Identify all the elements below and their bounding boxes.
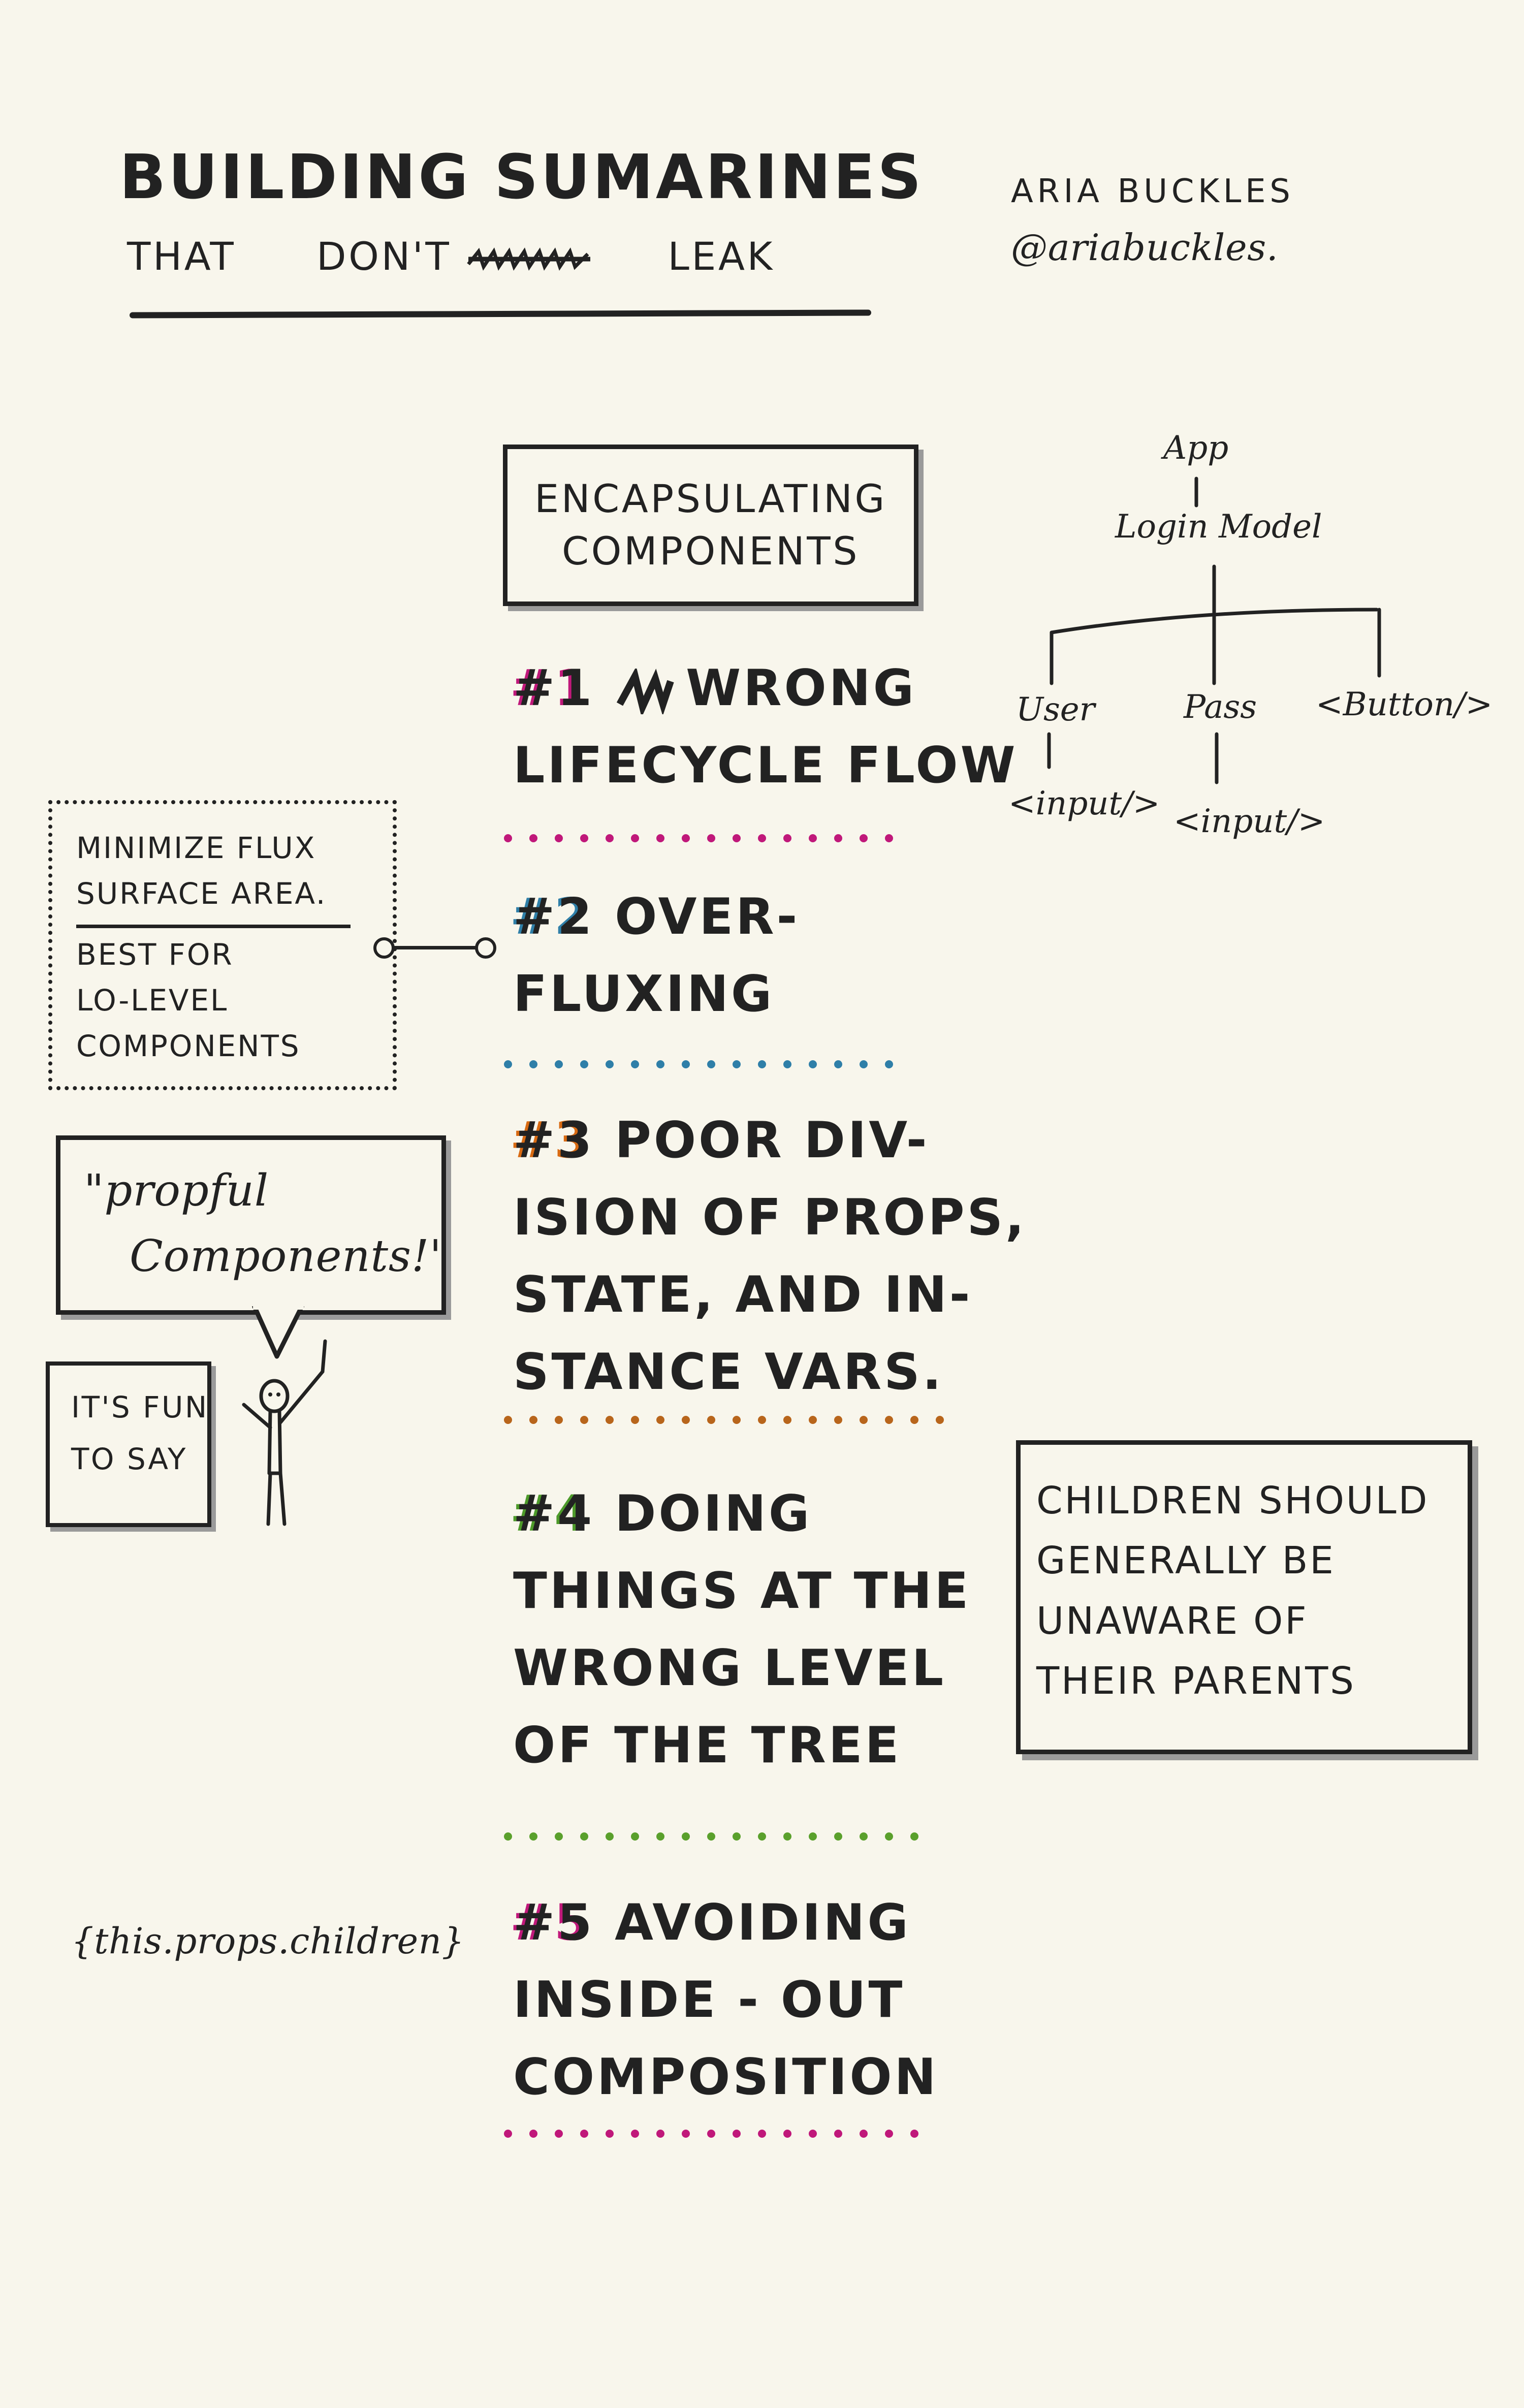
stick-figure (242, 1304, 327, 1526)
item-line: THINGS AT THE (513, 1562, 971, 1620)
item-number: #2 (513, 888, 595, 946)
item-number: #5 (513, 1894, 595, 1952)
item-line: LIFECYCLE FLOW (513, 736, 1018, 795)
children-note-line: GENERALLY BE (1036, 1539, 1336, 1583)
children-note-line: UNAWARE OF (1036, 1599, 1309, 1643)
item-line: WRONG LEVEL (513, 1639, 946, 1697)
tree-connectors (1047, 477, 1381, 784)
item-number: #1 (513, 659, 595, 717)
title: BUILDING SUMARINES (119, 142, 924, 213)
dot-separator-2 (503, 1059, 919, 1068)
title-underline (129, 309, 872, 319)
item-line: ISION OF PROPS, (513, 1188, 1027, 1247)
flux-connector-line (381, 946, 483, 949)
props-children-code: {this.props.children} (71, 1920, 465, 1962)
item-line: DOING (615, 1485, 812, 1543)
section-heading-line2: COMPONENTS (561, 528, 860, 574)
connector-knob-right (475, 937, 496, 959)
flux-note-heading: MINIMIZE FLUX SURFACE AREA. (76, 826, 327, 917)
children-note-line: CHILDREN SHOULD (1036, 1479, 1430, 1523)
item-line: COMPOSITION (513, 2048, 939, 2106)
fun-note-line: TO SAY (71, 1441, 187, 1476)
item-line: OVER- (615, 888, 800, 946)
subtitle: THAT DON'T LEAK (127, 234, 775, 279)
section-heading-box: ENCAPSULATING COMPONENTS (503, 445, 918, 606)
item-line: INSIDE - OUT (513, 1971, 905, 2029)
fun-note-line: IT'S FUN (71, 1390, 209, 1424)
subtitle-word-leak: LEAK (668, 234, 775, 279)
subtitle-word-that: THAT (127, 234, 236, 279)
crossed-out-scribble (467, 247, 591, 271)
section-heading-line1: ENCAPSULATING (534, 476, 887, 522)
flux-note-line: BEST FOR (76, 937, 234, 972)
item-5: #5 AVOIDING INSIDE - OUT COMPOSITION (513, 1885, 938, 2116)
speech-bubble-text: "propful Components!" (84, 1158, 450, 1289)
fun-note-text: IT'S FUN TO SAY (71, 1382, 209, 1485)
flux-note-line: MINIMIZE FLUX (76, 831, 316, 865)
flux-note-line: LO-LEVEL (76, 983, 229, 1018)
item-line: STATE, AND IN- (513, 1265, 973, 1324)
item-1: #1 WRONG LIFECYCLE FLOW (513, 650, 1018, 805)
item-number: #3 (513, 1112, 595, 1169)
item-2: #2 OVER- FLUXING (513, 879, 800, 1033)
item-line: WRONG (686, 659, 916, 717)
subtitle-word-dont: DON'T (316, 234, 452, 279)
children-note-line: THEIR PARENTS (1036, 1659, 1356, 1703)
dot-separator-1 (503, 833, 919, 842)
bubble-line: Components!" (130, 1231, 450, 1282)
dot-separator-5 (503, 2129, 940, 2138)
dot-separator-4 (503, 1831, 940, 1841)
item-4: #4 DOING THINGS AT THE WRONG LEVEL OF THE… (513, 1476, 971, 1785)
item-line: STANCE VARS. (513, 1343, 944, 1401)
flux-note-divider (76, 925, 351, 928)
item-number: #4 (513, 1485, 595, 1543)
scribble-mark (616, 667, 674, 718)
children-note-text: CHILDREN SHOULD GENERALLY BE UNAWARE OF … (1036, 1471, 1429, 1712)
item-3: #3 POOR DIV- ISION OF PROPS, STATE, AND I… (513, 1102, 1027, 1411)
author-handle: @ariabuckles. (1011, 226, 1279, 269)
author-name: ARIA BUCKLES (1011, 173, 1294, 210)
item-line: OF THE TREE (513, 1716, 902, 1775)
dot-separator-3 (503, 1415, 970, 1424)
item-line: AVOIDING (615, 1894, 911, 1952)
flux-note-line: COMPONENTS (76, 1028, 301, 1063)
item-line: FLUXING (513, 965, 775, 1023)
flux-note-line: SURFACE AREA. (76, 876, 327, 911)
flux-note-body: BEST FOR LO-LEVEL COMPONENTS (76, 932, 301, 1069)
item-line: POOR DIV- (615, 1112, 930, 1169)
connector-knob-left (373, 937, 395, 959)
bubble-line: "propful (84, 1165, 269, 1216)
